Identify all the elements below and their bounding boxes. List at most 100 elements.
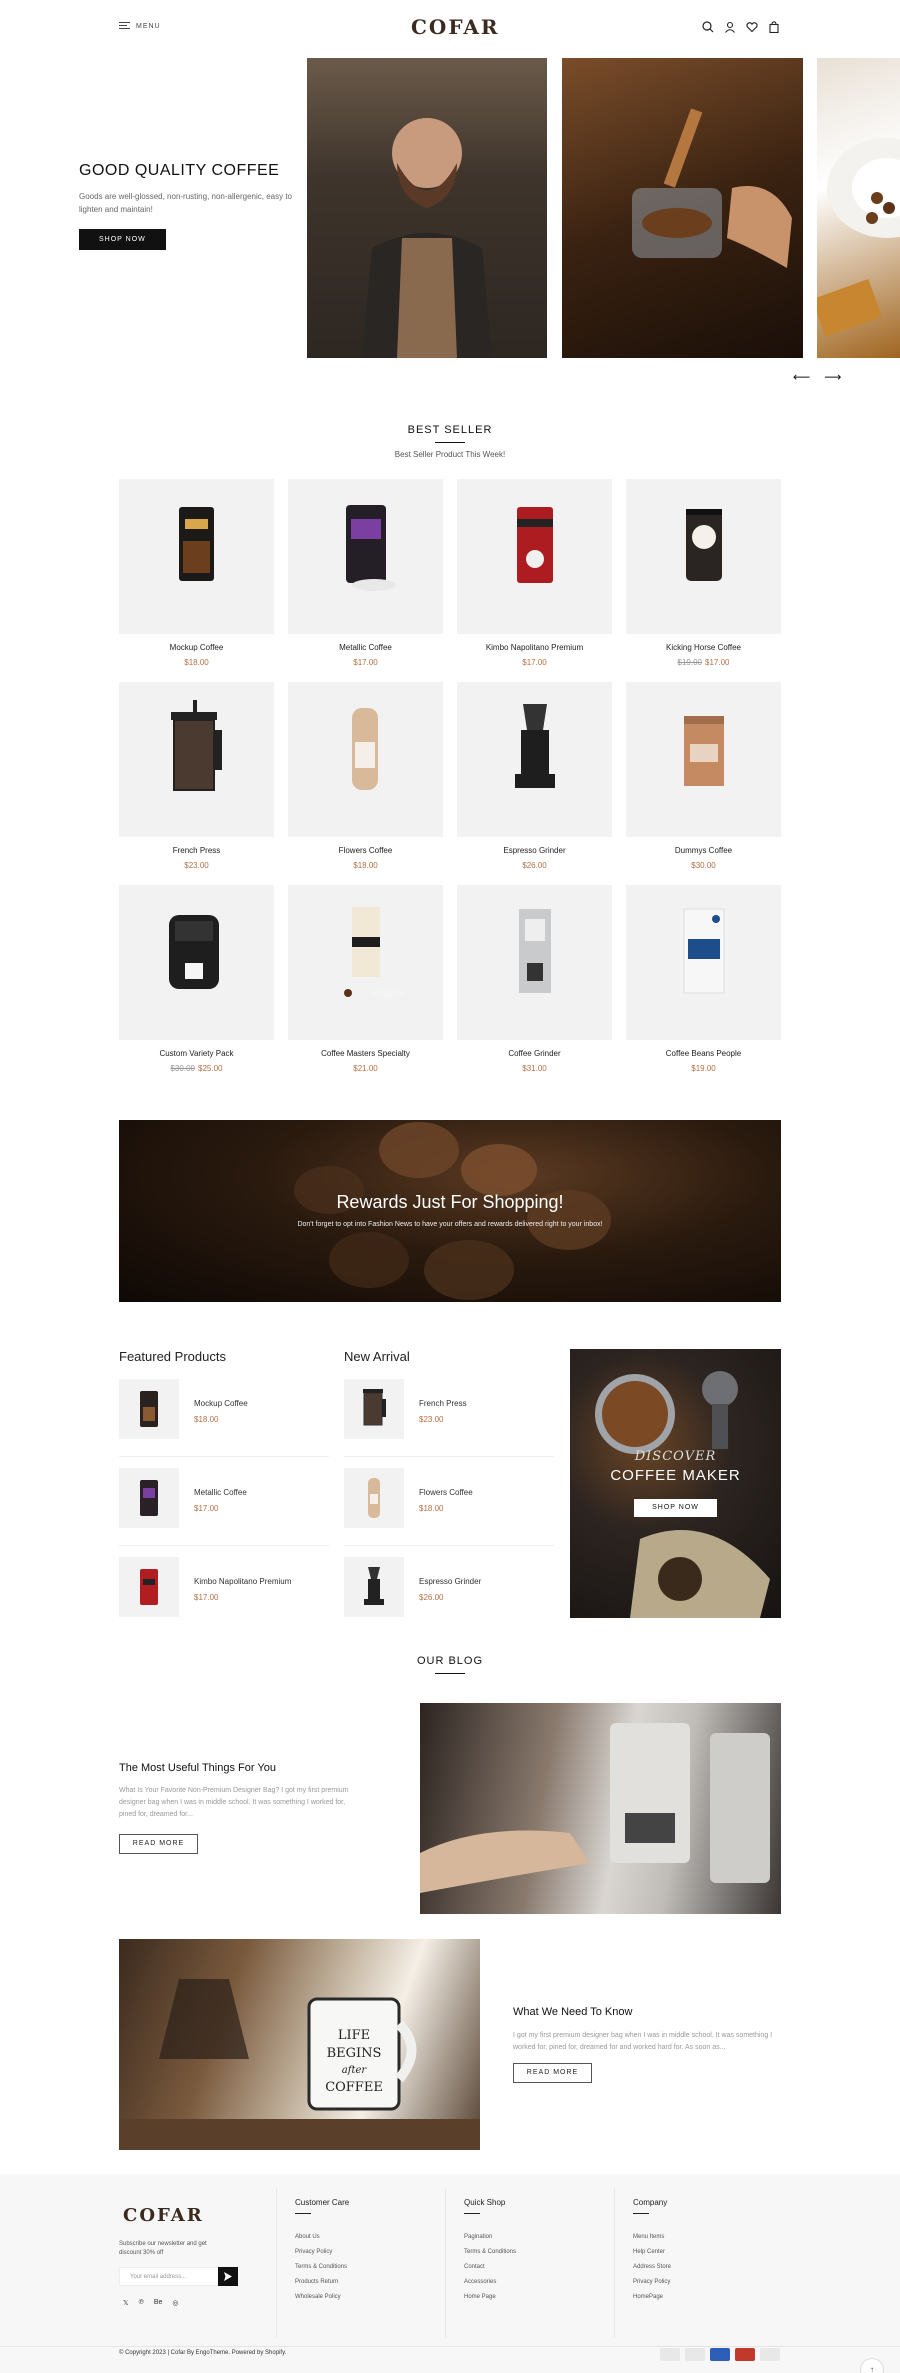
product-card[interactable]: Metallic Coffee $17.00: [288, 479, 443, 667]
product-name[interactable]: Kimbo Napolitano Premium: [457, 643, 612, 652]
behance-icon[interactable]: Be: [154, 2299, 163, 2307]
search-icon[interactable]: [702, 20, 714, 33]
featured-item[interactable]: Kimbo Napolitano Premium $17.00: [119, 1557, 329, 1619]
slider-prev-arrow-icon[interactable]: ⟵: [793, 370, 810, 384]
product-card[interactable]: Kimbo Napolitano Premium $17.00: [457, 479, 612, 667]
amex-icon: [710, 2348, 730, 2361]
user-icon[interactable]: [724, 20, 736, 33]
footer-link[interactable]: About Us: [295, 2230, 347, 2245]
blog-section-title: OUR BLOG: [0, 1655, 900, 1674]
product-image[interactable]: [457, 479, 612, 634]
new-arrival-item[interactable]: Flowers Coffee $18.00: [344, 1468, 554, 1530]
footer-link[interactable]: Accessories: [464, 2275, 516, 2290]
hero-slide-espresso[interactable]: [562, 58, 803, 358]
product-card[interactable]: Flowers Coffee $18.00: [288, 682, 443, 870]
featured-item-image[interactable]: [119, 1379, 179, 1439]
product-card[interactable]: Mockup Coffee $18.00: [119, 479, 274, 667]
instagram-icon[interactable]: ◎: [172, 2299, 178, 2307]
blog-read-more-button[interactable]: READ MORE: [119, 1834, 198, 1854]
new-arrival-item[interactable]: French Press $23.00: [344, 1379, 554, 1441]
featured-item-name[interactable]: Metallic Coffee: [194, 1488, 247, 1497]
product-card[interactable]: Coffee Beans People $19.00: [626, 885, 781, 1073]
new-arrival-item-image[interactable]: [344, 1468, 404, 1528]
product-card[interactable]: Coffee Grinder $31.00: [457, 885, 612, 1073]
footer-link[interactable]: Pagination: [464, 2230, 516, 2245]
slider-next-arrow-icon[interactable]: ⟶: [824, 370, 841, 384]
footer-link[interactable]: Menu Items: [633, 2230, 671, 2245]
footer-link[interactable]: HomePage: [633, 2290, 671, 2305]
product-card[interactable]: French Press $23.00: [119, 682, 274, 870]
product-price: $17.00: [288, 658, 443, 667]
featured-item-name[interactable]: Kimbo Napolitano Premium: [194, 1577, 291, 1586]
product-image[interactable]: [457, 885, 612, 1040]
footer-link[interactable]: Terms & Conditions: [464, 2245, 516, 2260]
product-name[interactable]: Coffee Beans People: [626, 1049, 781, 1058]
featured-item[interactable]: Metallic Coffee $17.00: [119, 1468, 329, 1530]
new-arrival-item-name[interactable]: French Press: [419, 1399, 467, 1408]
blog-post-title[interactable]: The Most Useful Things For You: [119, 1762, 276, 1774]
newsletter-submit-button[interactable]: [218, 2267, 238, 2286]
hero-slide-coffee-cup[interactable]: [817, 58, 900, 358]
product-image[interactable]: [626, 682, 781, 837]
footer-link[interactable]: Home Page: [464, 2290, 516, 2305]
footer-link[interactable]: Address Store: [633, 2260, 671, 2275]
footer-link[interactable]: Terms & Conditions: [295, 2260, 347, 2275]
product-card[interactable]: Custom Variety Pack $30.00 $25.00: [119, 885, 274, 1073]
product-image[interactable]: [119, 885, 274, 1040]
product-image[interactable]: [626, 479, 781, 634]
product-name[interactable]: Kicking Horse Coffee: [626, 643, 781, 652]
featured-item-image[interactable]: [119, 1468, 179, 1528]
discover-shop-now-button[interactable]: SHOP NOW: [634, 1499, 717, 1517]
product-image[interactable]: [288, 682, 443, 837]
product-price: $17.00: [457, 658, 612, 667]
hero-slide-barista[interactable]: [307, 58, 547, 358]
cart-icon[interactable]: [768, 20, 780, 34]
featured-item-name[interactable]: Mockup Coffee: [194, 1399, 248, 1408]
product-image[interactable]: [626, 885, 781, 1040]
hero-shop-now-button[interactable]: SHOP NOW: [79, 229, 166, 250]
new-arrival-item-image[interactable]: [344, 1557, 404, 1617]
blog-read-more-button[interactable]: READ MORE: [513, 2063, 592, 2083]
product-name[interactable]: Dummys Coffee: [626, 846, 781, 855]
product-card[interactable]: Kicking Horse Coffee $19.00 $17.00: [626, 479, 781, 667]
product-name[interactable]: Custom Variety Pack: [119, 1049, 274, 1058]
menu-button[interactable]: MENU: [119, 22, 161, 30]
footer-link[interactable]: Privacy Policy: [633, 2275, 671, 2290]
footer-link[interactable]: Contact: [464, 2260, 516, 2275]
product-card[interactable]: Espresso Grinder $26.00: [457, 682, 612, 870]
blog-post-image-grinder[interactable]: [420, 1703, 781, 1914]
product-name[interactable]: Mockup Coffee: [119, 643, 274, 652]
product-image[interactable]: [288, 885, 443, 1040]
featured-item-image[interactable]: [119, 1557, 179, 1617]
footer-link[interactable]: Wholesale Policy: [295, 2290, 347, 2305]
twitter-icon[interactable]: 𝕏: [123, 2299, 129, 2307]
product-image[interactable]: [119, 479, 274, 634]
blog-post-image-mug[interactable]: LIFE BEGINS after COFFEE: [119, 1939, 480, 2150]
new-arrival-item-image[interactable]: [344, 1379, 404, 1439]
product-name[interactable]: French Press: [119, 846, 274, 855]
featured-item[interactable]: Mockup Coffee $18.00: [119, 1379, 329, 1441]
product-name[interactable]: Flowers Coffee: [288, 846, 443, 855]
blog-post-title[interactable]: What We Need To Know: [513, 2006, 632, 2018]
product-image[interactable]: [119, 682, 274, 837]
product-name[interactable]: Espresso Grinder: [457, 846, 612, 855]
pinterest-icon[interactable]: ℗: [139, 2299, 144, 2307]
product-name[interactable]: Coffee Masters Specialty: [288, 1049, 443, 1058]
footer-link[interactable]: Products Return: [295, 2275, 347, 2290]
product-image[interactable]: [288, 479, 443, 634]
discover-coffee-maker-banner[interactable]: DISCOVER COFFEE MAKER SHOP NOW: [570, 1349, 781, 1618]
footer-link[interactable]: Privacy Policy: [295, 2245, 347, 2260]
wishlist-icon[interactable]: [746, 20, 758, 33]
footer-logo[interactable]: COFAR: [123, 2205, 204, 2226]
footer-link[interactable]: Help Center: [633, 2245, 671, 2260]
hero-description: Goods are well-glossed, non-rusting, non…: [79, 192, 293, 214]
product-image[interactable]: [457, 682, 612, 837]
product-name[interactable]: Metallic Coffee: [288, 643, 443, 652]
product-card[interactable]: Coffee Masters Specialty $21.00: [288, 885, 443, 1073]
new-arrival-item-name[interactable]: Espresso Grinder: [419, 1577, 481, 1586]
site-logo[interactable]: COFAR: [411, 15, 500, 39]
product-card[interactable]: Dummys Coffee $30.00: [626, 682, 781, 870]
product-name[interactable]: Coffee Grinder: [457, 1049, 612, 1058]
new-arrival-item[interactable]: Espresso Grinder $26.00: [344, 1557, 554, 1619]
new-arrival-item-name[interactable]: Flowers Coffee: [419, 1488, 473, 1497]
